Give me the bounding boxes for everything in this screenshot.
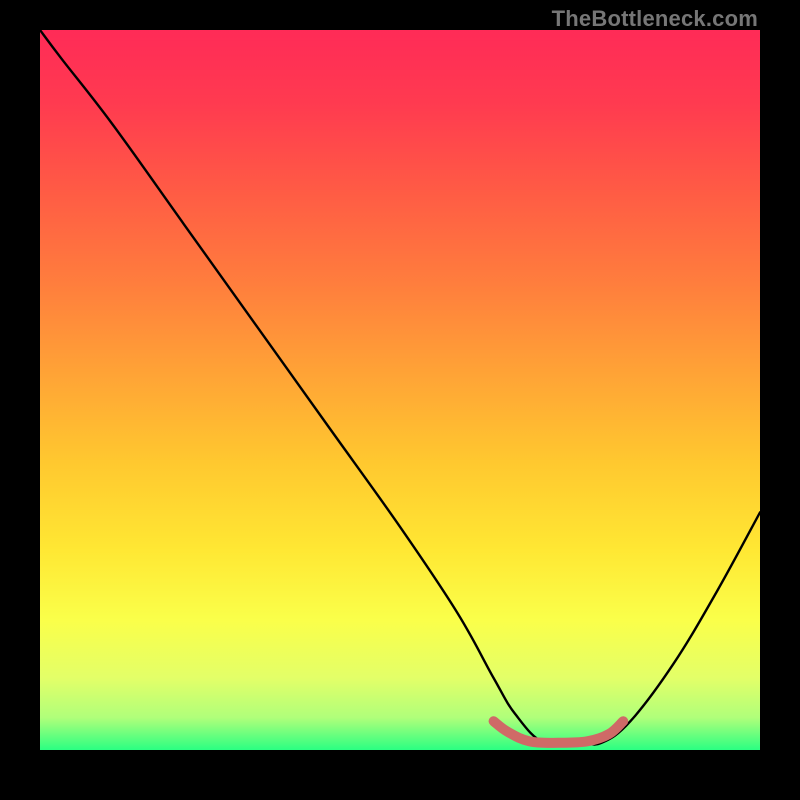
- chart-frame: [40, 30, 760, 750]
- chart-background: [40, 30, 760, 750]
- watermark-text: TheBottleneck.com: [552, 6, 758, 32]
- chart-svg: [40, 30, 760, 750]
